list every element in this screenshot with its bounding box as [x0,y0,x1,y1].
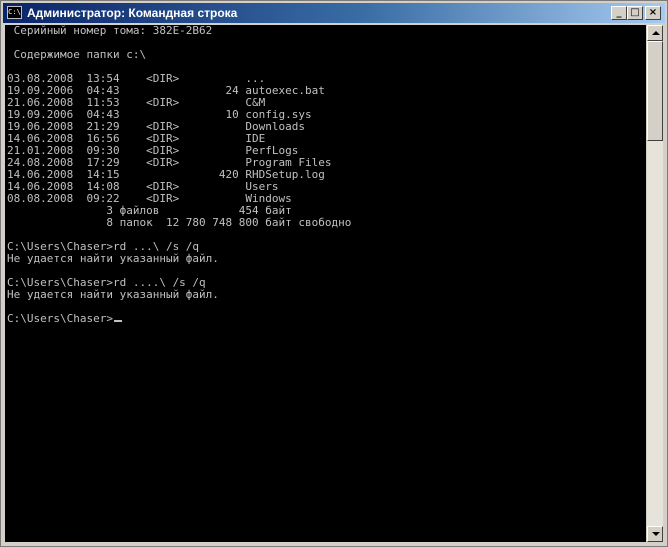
console-prompt: C:\Users\Chaser> [7,312,113,325]
vertical-scrollbar[interactable] [647,25,663,542]
arrow-up-icon [652,31,660,35]
console-line: Содержимое папки c:\ [7,48,147,61]
maximize-button[interactable]: □ [627,6,643,20]
console-line: 8 папок 12 780 748 800 байт свободно [7,216,352,229]
minimize-button[interactable]: _ [611,6,627,20]
scroll-thumb[interactable] [647,41,663,141]
console-window: C:\ Администратор: Командная строка _ □ … [0,0,668,547]
arrow-down-icon [652,532,660,536]
console-line: Не удается найти указанный файл. [7,252,219,265]
console-line: Серийный номер тома: 382E-2B62 [7,25,213,37]
console-line: Не удается найти указанный файл. [7,288,219,301]
text-cursor [113,320,122,322]
scroll-up-button[interactable] [647,25,663,41]
title-bar[interactable]: C:\ Администратор: Командная строка _ □ … [3,3,665,23]
close-button[interactable]: × [645,6,661,20]
window-title: Администратор: Командная строка [27,6,238,20]
console-prompt-line: C:\Users\Chaser> [7,313,122,325]
console-icon[interactable]: C:\ [7,6,22,19]
console-output[interactable]: Серийный номер тома: 382E-2B62 Содержимо… [5,25,646,542]
scroll-down-button[interactable] [647,526,663,542]
